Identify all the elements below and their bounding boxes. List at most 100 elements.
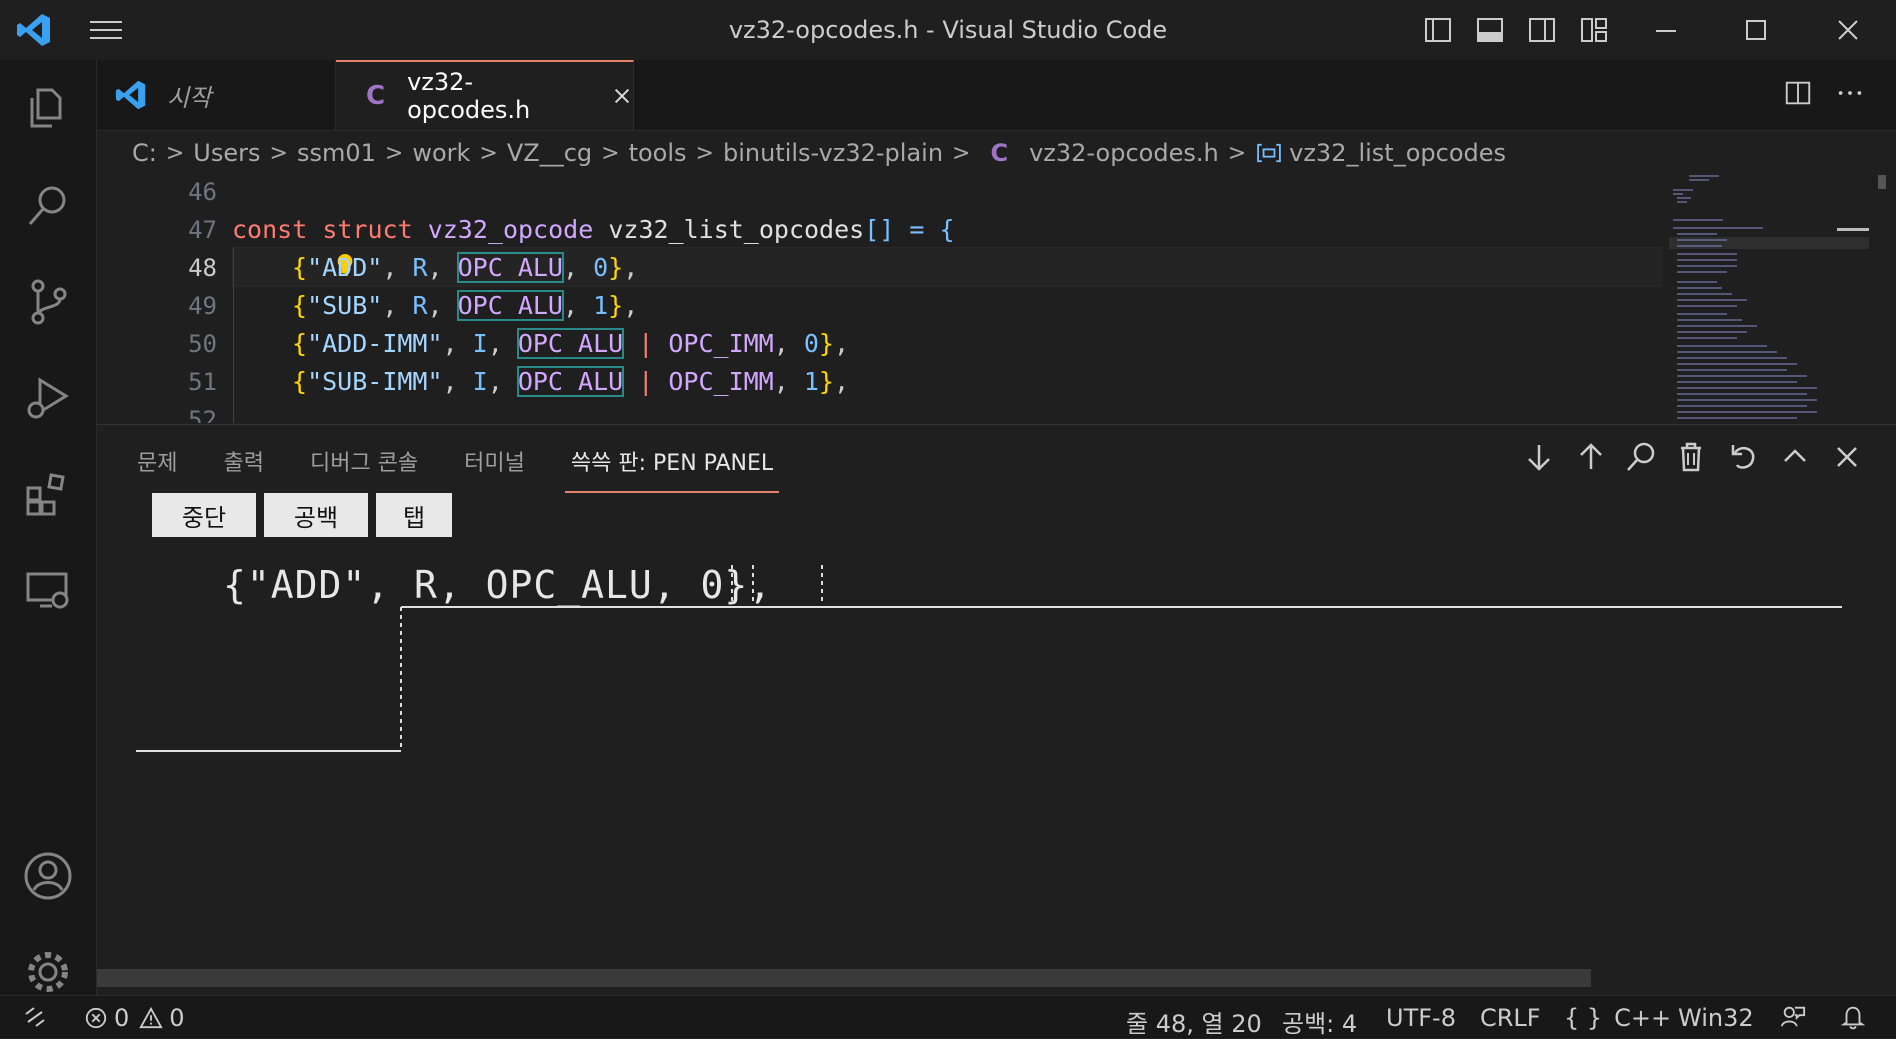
notifications-icon[interactable] [1840, 1004, 1866, 1036]
breadcrumb-item[interactable]: binutils-vz32-plain [723, 139, 943, 167]
accounts-icon[interactable] [22, 850, 74, 902]
code-line: {"SUB", R, OPC_ALU, 1}, [292, 290, 639, 321]
breadcrumb-item[interactable]: VZ__cg [507, 139, 592, 167]
undo-icon[interactable] [1725, 439, 1761, 475]
code-token: [] = { [864, 215, 955, 244]
braces-icon: { } [1564, 1004, 1603, 1032]
code-token: "SUB-IMM" [307, 367, 443, 396]
close-tab-icon[interactable] [611, 85, 633, 107]
code-token: 1 [593, 291, 609, 320]
panel-scrollbar[interactable] [97, 969, 1591, 987]
error-count: 0 [114, 1004, 130, 1032]
remote-icon[interactable] [22, 1004, 48, 1036]
encoding-status[interactable]: UTF-8 [1386, 1004, 1456, 1032]
c-file-icon: C [990, 139, 1009, 167]
code-token: I [472, 367, 488, 396]
activity-bar [0, 60, 97, 995]
code-token: R [412, 291, 428, 320]
source-control-icon[interactable] [22, 276, 74, 328]
editor-scrollbar[interactable] [1878, 175, 1886, 189]
language-mode[interactable]: { } C++ [1564, 1004, 1671, 1032]
search-icon[interactable] [22, 180, 74, 232]
explorer-icon[interactable] [22, 80, 74, 132]
stop-button[interactable]: 중단 [152, 493, 256, 537]
code-line: {"ADD-IMM", I, OPC_ALU | OPC_IMM, 0}, [292, 328, 850, 359]
minimap[interactable] [1669, 175, 1869, 423]
code-token: I [472, 329, 488, 358]
code-line: {"ADD", R, OPC_ALU, 0}, [292, 252, 639, 283]
line-number: 52 [188, 406, 217, 423]
line-number: 51 [188, 368, 217, 396]
toggle-secondary-sidebar-icon[interactable] [1526, 14, 1558, 46]
breadcrumb: C: > Users > ssm01 > work > VZ__cg > tools > b… [132, 139, 1507, 167]
space-button[interactable]: 공백 [264, 493, 368, 537]
title-bar: vz32-opcodes.h - Visual Studio Code [0, 0, 1896, 61]
pen-canvas-guides[interactable] [97, 555, 1896, 975]
problems-status[interactable]: 0 0 [84, 1004, 185, 1032]
vscode-logo-icon [115, 79, 147, 111]
error-icon [84, 1006, 108, 1030]
warning-count: 0 [169, 1004, 185, 1032]
code-token: | [638, 329, 654, 358]
tab-button[interactable]: 탭 [376, 493, 452, 537]
breadcrumb-item[interactable]: Users [193, 139, 260, 167]
code-token: "ADD" [307, 253, 383, 282]
code-token: "SUB" [307, 291, 383, 320]
split-editor-icon[interactable] [1783, 78, 1813, 112]
tab-pen-panel[interactable]: 쓱쓱 판: PEN PANEL [564, 445, 780, 493]
close-window-icon[interactable] [1832, 14, 1864, 46]
arrow-down-icon[interactable] [1521, 439, 1557, 475]
code-editor[interactable]: 46 47 48 49 50 51 52 const struct vz32_o… [97, 175, 1663, 423]
code-token: OPC_ALU [516, 328, 625, 359]
platform-status[interactable]: Win32 [1678, 1004, 1754, 1032]
feedback-icon[interactable] [1780, 1004, 1806, 1036]
line-number: 49 [188, 292, 217, 320]
tab-vz32-opcodes[interactable]: C vz32-opcodes.h [336, 60, 634, 130]
breadcrumb-item[interactable]: ssm01 [297, 139, 376, 167]
code-token: 1 [803, 367, 819, 396]
minimize-icon[interactable] [1650, 14, 1682, 46]
trash-icon[interactable] [1673, 439, 1709, 475]
toggle-panel-icon[interactable] [1474, 14, 1506, 46]
maximize-icon[interactable] [1740, 14, 1772, 46]
chevron-up-icon[interactable] [1777, 439, 1813, 475]
extensions-icon[interactable] [22, 468, 74, 520]
eol-status[interactable]: CRLF [1480, 1004, 1541, 1032]
close-icon[interactable] [1829, 439, 1865, 475]
line-number: 50 [188, 330, 217, 358]
code-token: OPC_ALU [456, 252, 564, 283]
indent-guide [233, 247, 234, 423]
toggle-primary-sidebar-icon[interactable] [1422, 14, 1454, 46]
panel-tabs: 문제 출력 디버그 콘솔 터미널 쓱쓱 판: PEN PANEL [137, 445, 825, 493]
editor-tab-bar: 시작 C vz32-opcodes.h [97, 60, 1896, 131]
search-icon[interactable] [1623, 439, 1659, 475]
tab-problems[interactable]: 문제 [137, 445, 177, 493]
breadcrumb-item[interactable]: vz32-opcodes.h [1029, 139, 1219, 167]
gear-icon[interactable] [22, 946, 74, 998]
tab-label: 시작 [167, 83, 212, 112]
tab-terminal[interactable]: 터미널 [464, 445, 525, 493]
code-token: vz32_list_opcodes [608, 215, 865, 244]
code-token: OPC_IMM [668, 367, 774, 396]
customize-layout-icon[interactable] [1578, 14, 1610, 46]
breadcrumb-item[interactable]: tools [629, 139, 687, 167]
status-bar: 0 0 줄 48, 열 20 공백: 4 UTF-8 CRLF { } C++ W… [0, 995, 1896, 1038]
tab-label: vz32-opcodes.h [407, 68, 531, 124]
arrow-up-icon[interactable] [1573, 439, 1609, 475]
code-token: "ADD-IMM" [307, 329, 443, 358]
tab-debug-console[interactable]: 디버그 콘솔 [310, 445, 418, 493]
remote-explorer-icon[interactable] [22, 564, 74, 616]
language-label: C++ [1614, 1004, 1672, 1032]
indentation-status[interactable]: 공백: 4 [1282, 1004, 1357, 1039]
bottom-panel: 문제 출력 디버그 콘솔 터미널 쓱쓱 판: PEN PANEL 중단 공백 탭… [97, 424, 1896, 996]
breadcrumb-item[interactable]: C: [132, 139, 157, 167]
tab-start[interactable]: 시작 [97, 60, 336, 130]
more-actions-icon[interactable] [1835, 78, 1865, 112]
breadcrumb-item[interactable]: work [412, 139, 470, 167]
tab-output[interactable]: 출력 [223, 445, 263, 493]
cursor-position[interactable]: 줄 48, 열 20 [1126, 1004, 1262, 1039]
run-and-debug-icon[interactable] [22, 372, 74, 424]
breadcrumb-item[interactable]: vz32_list_opcodes [1289, 139, 1506, 167]
code-token: OPC_ALU [516, 366, 625, 397]
line-number: 47 [188, 216, 217, 244]
